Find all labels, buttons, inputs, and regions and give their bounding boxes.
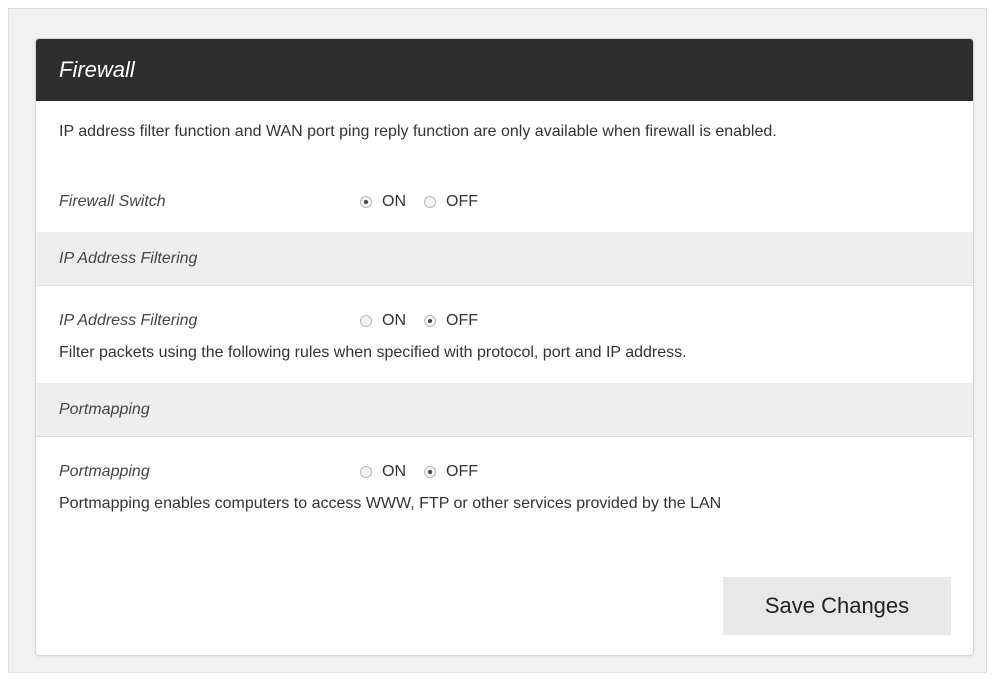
portmapping-label: Portmapping [59,463,150,480]
panel-header: Firewall [36,39,973,101]
ip-filtering-off-option[interactable]: OFF [424,312,478,330]
portmapping-on-label: ON [382,463,406,480]
portmapping-on-radio[interactable] [360,466,372,478]
ip-filtering-off-radio[interactable] [424,315,436,327]
ip-filtering-off-label: OFF [446,312,478,329]
firewall-switch-off-option[interactable]: OFF [424,193,478,211]
portmapping-off-label: OFF [446,463,478,480]
firewall-switch-off-radio[interactable] [424,196,436,208]
firewall-switch-on-label: ON [382,193,406,210]
ip-filtering-on-option[interactable]: ON [360,312,406,330]
ip-filtering-section-header: IP Address Filtering [36,232,973,286]
firewall-switch-label: Firewall Switch [59,193,166,210]
firewall-switch-on-radio[interactable] [360,196,372,208]
portmapping-radio-group: ON OFF [360,463,496,481]
ip-filtering-label: IP Address Filtering [59,312,198,329]
portmapping-section-header: Portmapping [36,383,973,437]
firewall-panel: Firewall IP address filter function and … [35,38,974,656]
firewall-switch-off-label: OFF [446,193,478,210]
portmapping-description: Portmapping enables computers to access … [59,495,722,512]
portmapping-row: Portmapping ON OFF [36,450,973,494]
firewall-switch-on-option[interactable]: ON [360,193,406,211]
save-changes-button[interactable]: Save Changes [723,577,951,635]
panel-intro-text: IP address filter function and WAN port … [59,123,777,140]
ip-filtering-row: IP Address Filtering ON OFF [36,299,973,343]
ip-filtering-radio-group: ON OFF [360,312,496,330]
portmapping-off-radio[interactable] [424,466,436,478]
firewall-switch-row: Firewall Switch ON OFF [36,182,973,222]
portmapping-off-option[interactable]: OFF [424,463,478,481]
ip-filtering-description: Filter packets using the following rules… [59,344,687,361]
panel-title: Firewall [59,57,135,82]
ip-filtering-on-radio[interactable] [360,315,372,327]
portmapping-on-option[interactable]: ON [360,463,406,481]
firewall-switch-radio-group: ON OFF [360,193,496,211]
ip-filtering-on-label: ON [382,312,406,329]
